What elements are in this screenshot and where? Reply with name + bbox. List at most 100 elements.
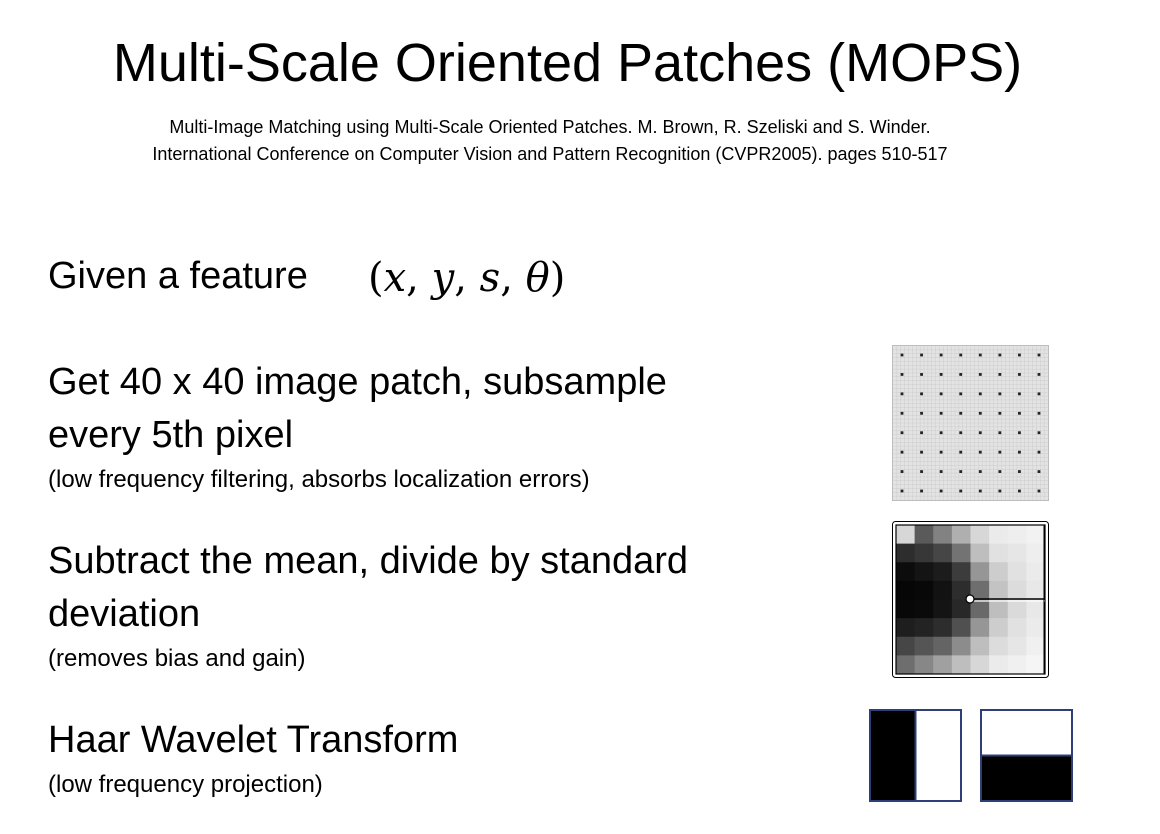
patch-heading-line-2: every 5th pixel	[48, 414, 294, 456]
patch-cell	[951, 655, 971, 675]
patch-cell	[951, 543, 971, 563]
patch-cell	[951, 618, 971, 638]
sample-dot	[900, 489, 904, 493]
patch-cell	[896, 543, 916, 563]
sample-dot	[978, 392, 982, 396]
patch-cell	[1026, 525, 1046, 545]
sample-dot	[920, 470, 923, 473]
sample-dot	[900, 392, 904, 396]
patch-cell	[951, 562, 971, 582]
patch-cell	[914, 636, 934, 656]
patch-cell	[951, 525, 971, 545]
patch-cell	[933, 525, 953, 545]
patch-cell	[1007, 580, 1027, 600]
sample-dot	[1037, 411, 1041, 415]
sample-dot	[939, 353, 943, 357]
sample-dot	[920, 411, 923, 415]
sample-dot	[939, 411, 943, 415]
sample-dot	[1018, 431, 1021, 435]
sample-dot	[939, 392, 943, 396]
sample-dot	[939, 431, 943, 435]
sample-dot	[998, 392, 1002, 396]
formula-y: y	[431, 255, 455, 301]
patch-cell	[970, 525, 990, 545]
patch-cell	[914, 543, 934, 563]
sample-dot	[900, 353, 904, 357]
normalized-patch-image	[892, 521, 1049, 678]
sample-dot	[959, 411, 963, 415]
patch-cell	[1026, 655, 1046, 675]
patch-cell	[970, 562, 990, 582]
patch-cell	[970, 636, 990, 656]
sample-dot	[978, 470, 982, 473]
formula-open-paren: (	[368, 255, 384, 301]
normalize-heading-line-2: deviation	[48, 593, 201, 635]
patch-cell	[970, 599, 990, 619]
sample-dot	[1037, 373, 1041, 376]
sample-dot	[920, 392, 923, 396]
patch-cell	[914, 562, 934, 582]
patch-cell	[989, 655, 1009, 675]
patch-cell	[933, 618, 953, 638]
patch-cell	[896, 599, 916, 619]
patch-cell	[933, 543, 953, 563]
sample-dot	[998, 353, 1002, 357]
sample-dot	[978, 431, 982, 435]
patch-cell	[1007, 636, 1027, 656]
patch-cell	[1007, 599, 1027, 619]
patch-note: (low frequency filtering, absorbs locali…	[48, 466, 590, 493]
sample-dot	[900, 450, 904, 454]
patch-cell	[896, 618, 916, 638]
normalize-heading-line-1: Subtract the mean, divide by standard	[48, 540, 689, 582]
sample-dot	[959, 431, 963, 435]
patch-cell	[1026, 562, 1046, 582]
patch-cell	[1026, 599, 1046, 619]
patch-cell	[1026, 580, 1046, 600]
sample-dot	[939, 470, 943, 473]
patch-cell	[933, 562, 953, 582]
sample-dot	[978, 353, 982, 357]
sample-dot	[900, 470, 904, 473]
patch-cell	[896, 562, 916, 582]
haar-white-half	[915, 710, 961, 801]
slide-title: Multi-Scale Oriented Patches (MOPS)	[112, 33, 1023, 93]
sample-dot	[978, 450, 982, 454]
sample-dot	[1037, 489, 1041, 493]
haar-vertical-wavelet-image	[869, 709, 962, 802]
sample-dot	[1018, 450, 1021, 454]
sample-dot	[998, 411, 1002, 415]
sample-dot	[978, 373, 982, 376]
haar-horizontal-wavelet-image	[980, 709, 1073, 802]
patch-cell	[896, 655, 916, 675]
sample-dot	[920, 450, 923, 454]
patch-cell	[896, 580, 916, 600]
patch-cell	[989, 599, 1009, 619]
sample-dot	[998, 470, 1002, 473]
patch-cell	[970, 618, 990, 638]
sample-dot	[978, 411, 982, 415]
sample-dot	[1018, 392, 1021, 396]
sample-dot	[920, 489, 923, 493]
citation-line-1: Multi-Image Matching using Multi-Scale O…	[169, 117, 931, 137]
sample-dot	[959, 450, 963, 454]
patch-cell	[1026, 543, 1046, 563]
feature-heading: Given a feature	[48, 255, 308, 297]
feature-formula: (x, y, s, θ)	[368, 252, 565, 304]
sample-dot	[959, 392, 963, 396]
patch-cell	[989, 543, 1009, 563]
sample-dot	[1037, 353, 1041, 357]
patch-cell	[970, 655, 990, 675]
formula-comma: ,	[454, 255, 467, 301]
patch-cell	[989, 580, 1009, 600]
sample-dot	[900, 373, 904, 376]
sample-dot	[1018, 373, 1021, 376]
patch-cell	[914, 525, 934, 545]
sample-dot	[1037, 392, 1041, 396]
patch-cell	[1007, 655, 1027, 675]
patch-cell	[970, 543, 990, 563]
patch-cell	[933, 580, 953, 600]
haar-black-half	[981, 755, 1072, 801]
patch-cell	[1026, 636, 1046, 656]
formula-comma: ,	[500, 255, 513, 301]
sample-dot	[959, 470, 963, 473]
